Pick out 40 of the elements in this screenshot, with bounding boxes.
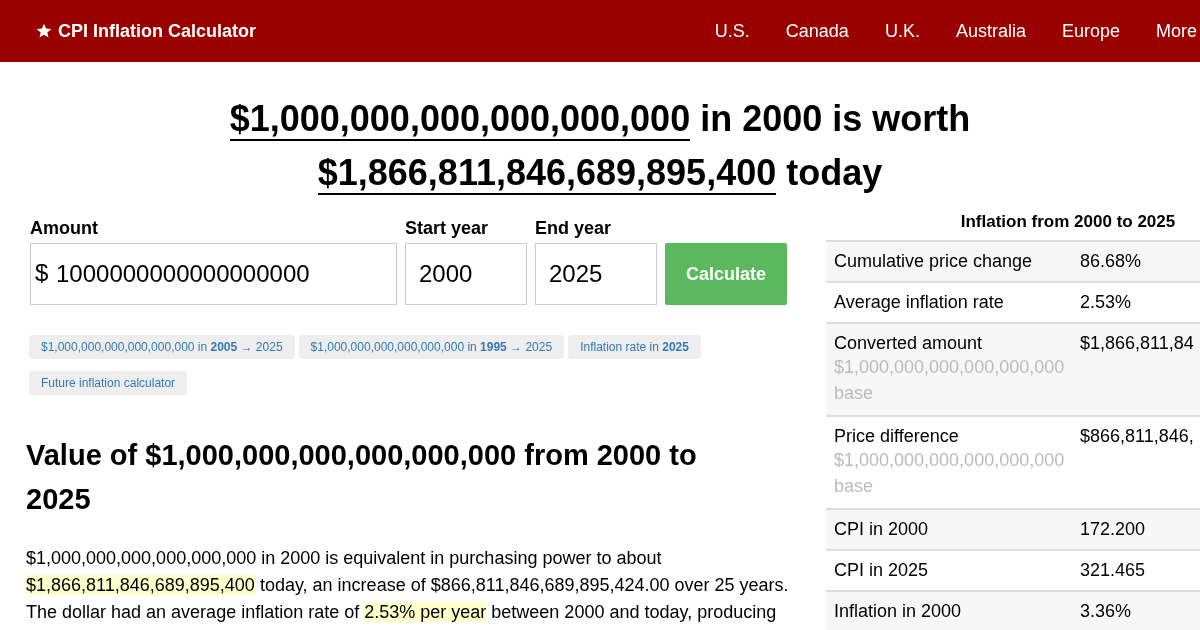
summary-paragraph: $1,000,000,000,000,000,000 in 2000 is equivalent in purchasing power to about $1,866,811,846,689,895,400 today, an increase of $866,811,846,689,895,424.00 over 25 years. The dollar had an average inflation rate of 2.53% per year between 2000 and today, producing	[26, 547, 790, 624]
table-title: Inflation from 2000 to 2025	[959, 211, 1177, 233]
row-value: $866,811,846,	[1080, 426, 1194, 448]
amount-link[interactable]: $1,866,811,846,689,895,400	[317, 152, 777, 195]
row-label: Inflation in 2000	[834, 601, 962, 621]
row-label: Cumulative price change	[834, 251, 1033, 271]
site-logo[interactable]: CPI Inflation Calculator	[58, 20, 257, 42]
nav-link[interactable]: U.K.	[866, 20, 938, 42]
year-field[interactable]: 2025	[535, 243, 657, 305]
year-field[interactable]: 2000	[405, 243, 527, 305]
related-link[interactable]: $1,000,000,000,000,000,000 in 1995 → 2025	[298, 335, 565, 359]
result-headline: $1,000,000,000,000,000,000 in 2000 is worth $1,866,811,846,689,895,400 today	[228, 97, 972, 197]
row-note: $1,000,000,000,000,000,000 base	[834, 356, 1066, 405]
row-value: 2.53%	[1080, 292, 1132, 313]
currency-symbol: $	[35, 258, 49, 288]
row-value: 321.465	[1080, 560, 1146, 581]
related-link[interactable]: Inflation rate in 2025	[568, 335, 701, 359]
row-value: 3.36%	[1080, 601, 1132, 622]
nav-link[interactable]: U.S.	[696, 20, 768, 42]
row-label: Converted amount	[834, 333, 983, 353]
row-note: $1,000,000,000,000,000,000 base	[834, 449, 1066, 498]
nav-link[interactable]: Australia	[937, 20, 1044, 42]
row-label: Average inflation rate	[834, 292, 1004, 312]
related-link[interactable]: $1,000,000,000,000,000,000 in 2005 → 2025	[29, 335, 295, 359]
row-value: 172.200	[1080, 519, 1146, 540]
section-heading: Value of $1,000,000,000,000,000,000 from 2000 to 2025	[26, 438, 698, 517]
field-label: Start year	[405, 218, 490, 239]
row-value: $1,866,811,84	[1080, 333, 1194, 355]
star-icon	[36, 23, 52, 39]
field-label: End year	[535, 218, 613, 239]
row-label: CPI in 2025	[834, 560, 929, 580]
row-label: CPI in 2000	[834, 519, 929, 539]
row-value: 86.68%	[1080, 251, 1142, 272]
nav-link[interactable]: Europe	[1043, 20, 1138, 42]
nav-link[interactable]: More	[1138, 20, 1200, 42]
amount-link[interactable]: $1,000,000,000,000,000,000	[229, 98, 691, 141]
row-label: Price difference	[834, 426, 959, 446]
related-link[interactable]: Future inflation calculator	[29, 371, 188, 395]
field-label: Amount	[30, 218, 99, 239]
nav-link[interactable]: Canada	[767, 20, 867, 42]
